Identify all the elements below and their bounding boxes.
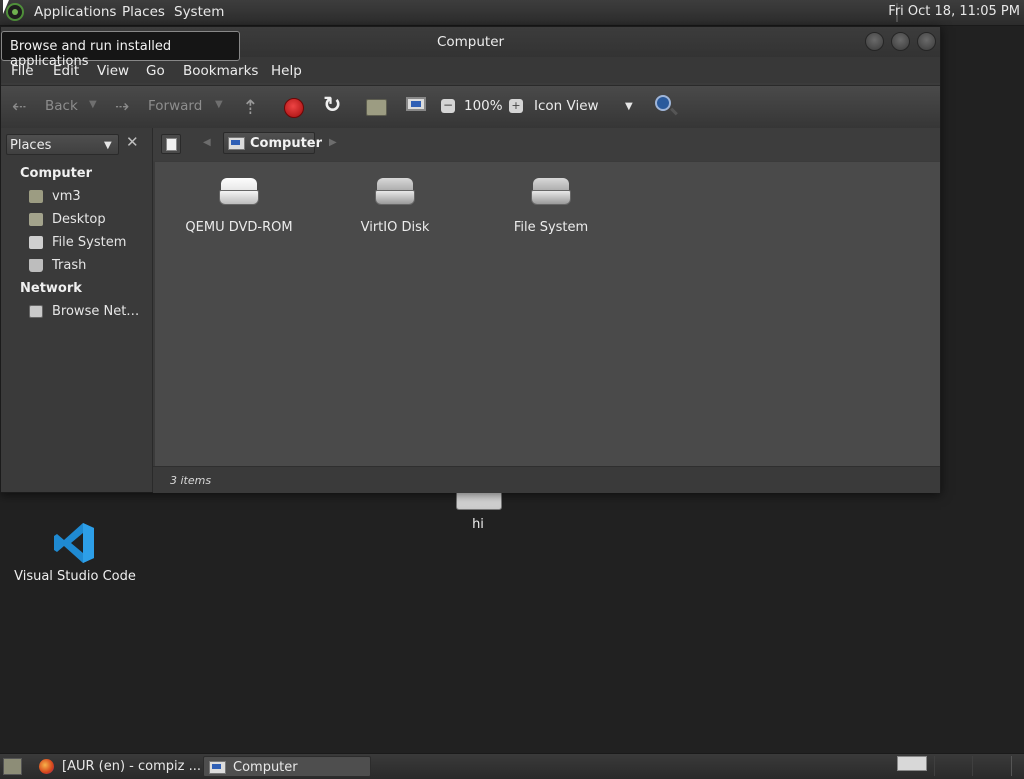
minimize-button[interactable]: [865, 32, 884, 51]
chevron-left-icon[interactable]: ◀: [203, 137, 211, 148]
item-label: QEMU DVD-ROM: [185, 220, 293, 235]
back-history-dropdown[interactable]: ▼: [89, 99, 97, 110]
sidebar-item-file-system[interactable]: File System: [29, 233, 149, 253]
location-bar: ◀ Computer ▶: [153, 128, 940, 161]
maximize-button[interactable]: [891, 32, 910, 51]
zoom-out-icon[interactable]: −: [441, 99, 455, 113]
workspace-divider: [934, 756, 935, 776]
breadcrumb-computer[interactable]: Computer: [223, 132, 322, 154]
status-bar: 3 items: [153, 466, 940, 493]
computer-icon[interactable]: [406, 97, 426, 111]
optical-drive-icon: [219, 178, 259, 206]
taskbar-item-firefox[interactable]: [AUR (en) - compiz ...: [33, 756, 201, 777]
menu-go[interactable]: Go: [146, 63, 165, 79]
panel-separator: [1011, 756, 1012, 776]
item-file-system[interactable]: File System: [473, 178, 629, 248]
status-text: 3 items: [170, 474, 212, 487]
sidebar-item-label: Browse Net…: [52, 304, 140, 319]
menu-bookmarks[interactable]: Bookmarks: [183, 63, 258, 79]
chevron-down-icon: ▼: [104, 140, 112, 151]
forward-arrow-icon[interactable]: ⇢: [115, 97, 129, 117]
workspace-switcher[interactable]: [897, 756, 927, 771]
chevron-down-icon[interactable]: ▼: [625, 101, 633, 112]
forward-history-dropdown[interactable]: ▼: [215, 99, 223, 110]
icon-view[interactable]: QEMU DVD-ROM VirtIO Disk File System: [155, 162, 940, 466]
item-qemu-dvd-rom[interactable]: QEMU DVD-ROM: [161, 178, 317, 248]
menu-system[interactable]: System: [174, 4, 224, 20]
vscode-icon: [54, 523, 94, 563]
desktop-icon: [29, 213, 43, 226]
breadcrumb-label: Computer: [250, 136, 323, 151]
menu-places[interactable]: Places: [122, 4, 165, 20]
tooltip: Browse and run installed applications: [1, 31, 240, 69]
toolbar: ⇠ Back ▼ ⇢ Forward ▼ ⇡ ↻ − 100% + Icon V…: [1, 85, 940, 129]
file-manager-window: Computer File Edit View Go Bookmarks Hel…: [0, 26, 941, 493]
clock[interactable]: Fri Oct 18, 11:05 PM: [888, 4, 1020, 19]
hard-disk-icon: [531, 178, 571, 206]
firefox-icon: [39, 759, 54, 774]
sidepane-selector[interactable]: Places ▼: [6, 134, 119, 155]
desktop-icon-vscode[interactable]: Visual Studio Code: [10, 520, 140, 590]
stop-icon[interactable]: [284, 98, 304, 118]
network-icon: [29, 305, 43, 318]
back-arrow-icon[interactable]: ⇠: [12, 97, 26, 117]
filesystem-icon: [29, 236, 43, 249]
section-heading-network: Network: [20, 281, 82, 296]
file-icon[interactable]: [456, 493, 502, 510]
top-panel: Applications Places System Fri Oct 18, 1…: [0, 0, 1024, 26]
show-desktop-icon[interactable]: [3, 758, 22, 775]
item-label: File System: [513, 220, 589, 235]
taskbar-item-label: Computer: [233, 760, 298, 775]
menu-help[interactable]: Help: [271, 63, 302, 79]
sidebar-item-desktop[interactable]: Desktop: [29, 210, 149, 230]
taskbar-item-label: [AUR (en) - compiz ...: [62, 759, 201, 774]
up-arrow-icon[interactable]: ⇡: [242, 95, 259, 119]
forward-button[interactable]: Forward: [148, 98, 202, 114]
sidebar-item-vm3[interactable]: vm3: [29, 187, 149, 207]
close-icon[interactable]: ✕: [126, 133, 139, 151]
computer-icon: [209, 761, 226, 774]
view-mode-select[interactable]: Icon View: [534, 98, 599, 114]
menu-view[interactable]: View: [97, 63, 129, 79]
zoom-in-icon[interactable]: +: [509, 99, 523, 113]
search-icon[interactable]: [655, 95, 671, 111]
sidepane-selector-label: Places: [10, 138, 52, 153]
section-heading-computer: Computer: [20, 166, 93, 181]
sidebar-item-label: Desktop: [52, 212, 106, 227]
workspace-divider: [972, 756, 973, 776]
item-label: VirtIO Disk: [360, 220, 430, 235]
side-pane: Places ▼ ✕ Computer vm3 Desktop File Sys…: [1, 128, 153, 492]
desktop-icon-label: hi: [472, 517, 484, 532]
close-button[interactable]: [917, 32, 936, 51]
menu-applications[interactable]: Applications: [34, 4, 116, 20]
home-folder-icon: [29, 190, 43, 203]
zoom-level: 100%: [464, 98, 503, 114]
reload-icon[interactable]: ↻: [323, 93, 341, 118]
chevron-right-icon[interactable]: ▶: [329, 137, 337, 148]
hard-disk-icon: [375, 178, 415, 206]
item-virtio-disk[interactable]: VirtIO Disk: [317, 178, 473, 248]
desktop-icon-label: Visual Studio Code: [14, 569, 136, 584]
mouse-pointer-icon: [3, 0, 9, 14]
home-folder-icon[interactable]: [366, 99, 387, 116]
sidebar-item-trash[interactable]: Trash: [29, 256, 149, 276]
taskbar-item-computer[interactable]: Computer: [203, 756, 371, 777]
sidebar-item-browse-network[interactable]: Browse Net…: [29, 302, 149, 322]
sidebar-item-label: Trash: [52, 258, 87, 273]
trash-icon: [29, 259, 43, 272]
back-button[interactable]: Back: [45, 98, 78, 114]
sidebar-item-label: File System: [52, 235, 127, 250]
sidebar-item-label: vm3: [52, 189, 81, 204]
bottom-panel: [AUR (en) - compiz ... Computer: [0, 753, 1024, 779]
computer-icon: [228, 137, 245, 150]
edit-location-button[interactable]: [161, 134, 181, 154]
